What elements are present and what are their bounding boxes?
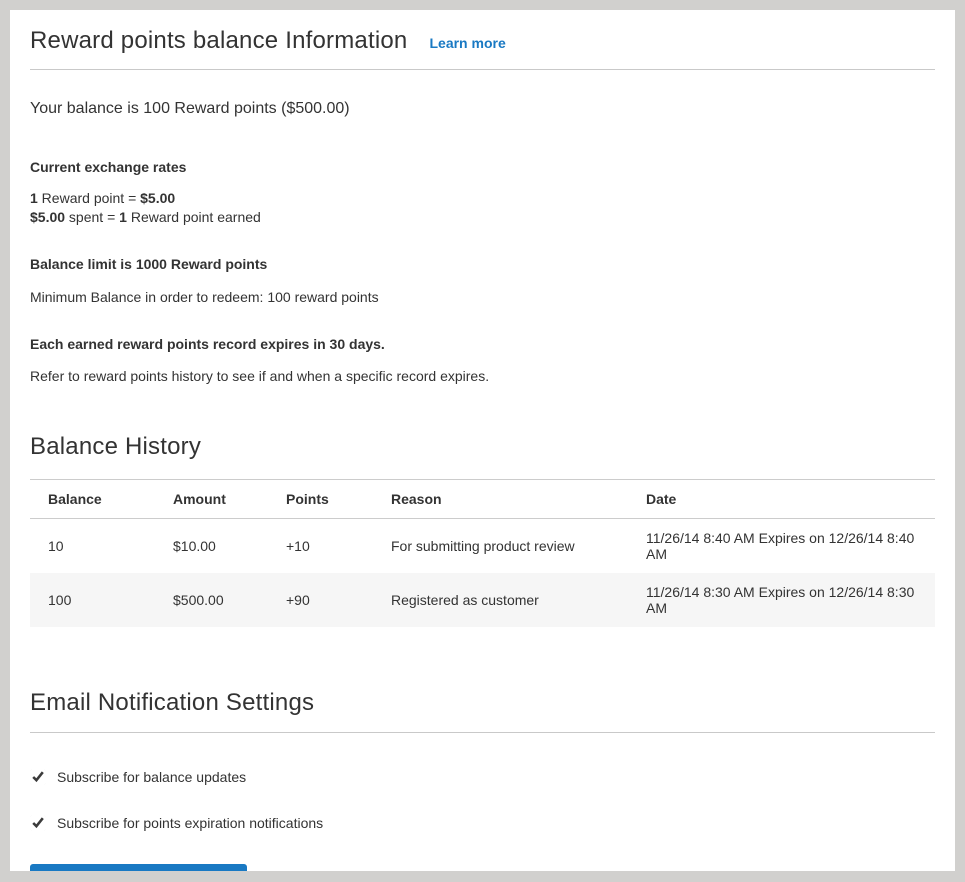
save-subscription-settings-button[interactable]: Save Subscription Settings bbox=[30, 864, 247, 871]
exchange-rates: 1 Reward point = $5.00 $5.00 spent = 1 R… bbox=[30, 189, 935, 227]
expiry-notice: Each earned reward points record expires… bbox=[30, 335, 935, 353]
spend-rate-tail: Reward point earned bbox=[127, 209, 261, 225]
balance-updates-option[interactable]: Subscribe for balance updates bbox=[30, 769, 935, 785]
email-settings-divider bbox=[30, 732, 935, 733]
table-row: 10 $10.00 +10 For submitting product rev… bbox=[30, 519, 935, 574]
expiration-notifications-checkbox[interactable] bbox=[30, 815, 46, 831]
spend-rate-money: $5.00 bbox=[30, 209, 65, 225]
table-head: Balance Amount Points Reason Date bbox=[30, 480, 935, 519]
table-body: 10 $10.00 +10 For submitting product rev… bbox=[30, 519, 935, 628]
page-header: Reward points balance Information Learn … bbox=[30, 10, 935, 56]
spend-rate-line: $5.00 spent = 1 Reward point earned bbox=[30, 208, 935, 227]
cell-date: 11/26/14 8:30 AM Expires on 12/26/14 8:3… bbox=[628, 573, 935, 627]
earn-rate-text: Reward point = bbox=[38, 190, 140, 206]
balance-history-heading: Balance History bbox=[30, 431, 935, 463]
cell-balance: 100 bbox=[30, 573, 155, 627]
exchange-rates-heading: Current exchange rates bbox=[30, 158, 935, 176]
cell-reason: For submitting product review bbox=[373, 519, 628, 574]
page-title: Reward points balance Information bbox=[30, 26, 407, 56]
cell-balance: 10 bbox=[30, 519, 155, 574]
header-divider bbox=[30, 69, 935, 70]
column-header-reason: Reason bbox=[373, 480, 628, 519]
cell-points: +90 bbox=[268, 573, 373, 627]
spend-rate-points: 1 bbox=[119, 209, 127, 225]
balance-history-table: Balance Amount Points Reason Date 10 $10… bbox=[30, 479, 935, 627]
column-header-amount: Amount bbox=[155, 480, 268, 519]
expiration-notifications-option[interactable]: Subscribe for points expiration notifica… bbox=[30, 815, 935, 831]
cell-date: 11/26/14 8:40 AM Expires on 12/26/14 8:4… bbox=[628, 519, 935, 574]
balance-limit-notice: Balance limit is 1000 Reward points bbox=[30, 255, 935, 273]
minimum-redeem-notice: Minimum Balance in order to redeem: 100 … bbox=[30, 288, 935, 306]
reward-points-card: Reward points balance Information Learn … bbox=[10, 10, 955, 871]
spend-rate-text: spent = bbox=[65, 209, 119, 225]
earn-rate-points: 1 bbox=[30, 190, 38, 206]
balance-updates-checkbox[interactable] bbox=[30, 769, 46, 785]
cell-reason: Registered as customer bbox=[373, 573, 628, 627]
learn-more-link[interactable]: Learn more bbox=[429, 35, 505, 51]
table-header-row: Balance Amount Points Reason Date bbox=[30, 480, 935, 519]
column-header-date: Date bbox=[628, 480, 935, 519]
table-row: 100 $500.00 +90 Registered as customer 1… bbox=[30, 573, 935, 627]
cell-amount: $500.00 bbox=[155, 573, 268, 627]
expiry-hint: Refer to reward points history to see if… bbox=[30, 367, 935, 385]
cell-amount: $10.00 bbox=[155, 519, 268, 574]
column-header-balance: Balance bbox=[30, 480, 155, 519]
balance-summary: Your balance is 100 Reward points ($500.… bbox=[30, 98, 935, 120]
balance-updates-label: Subscribe for balance updates bbox=[57, 769, 246, 785]
cell-points: +10 bbox=[268, 519, 373, 574]
earn-rate-line: 1 Reward point = $5.00 bbox=[30, 189, 935, 208]
column-header-points: Points bbox=[268, 480, 373, 519]
expiration-notifications-label: Subscribe for points expiration notifica… bbox=[57, 815, 323, 831]
email-settings-heading: Email Notification Settings bbox=[30, 687, 935, 719]
earn-rate-money: $5.00 bbox=[140, 190, 175, 206]
